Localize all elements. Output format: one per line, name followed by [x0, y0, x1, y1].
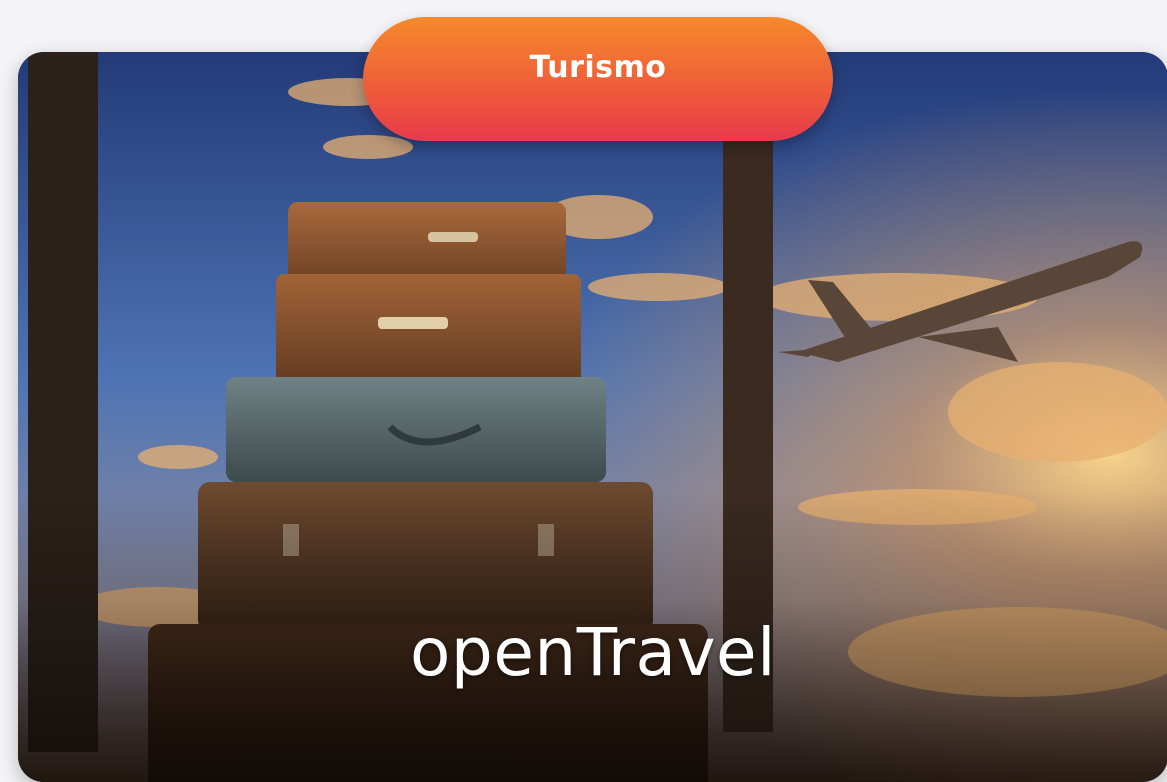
card-title: openTravel: [410, 614, 776, 691]
travel-card[interactable]: openTravel: [18, 52, 1167, 782]
category-label: Turismo: [529, 49, 667, 85]
category-badge[interactable]: Turismo: [363, 17, 833, 141]
